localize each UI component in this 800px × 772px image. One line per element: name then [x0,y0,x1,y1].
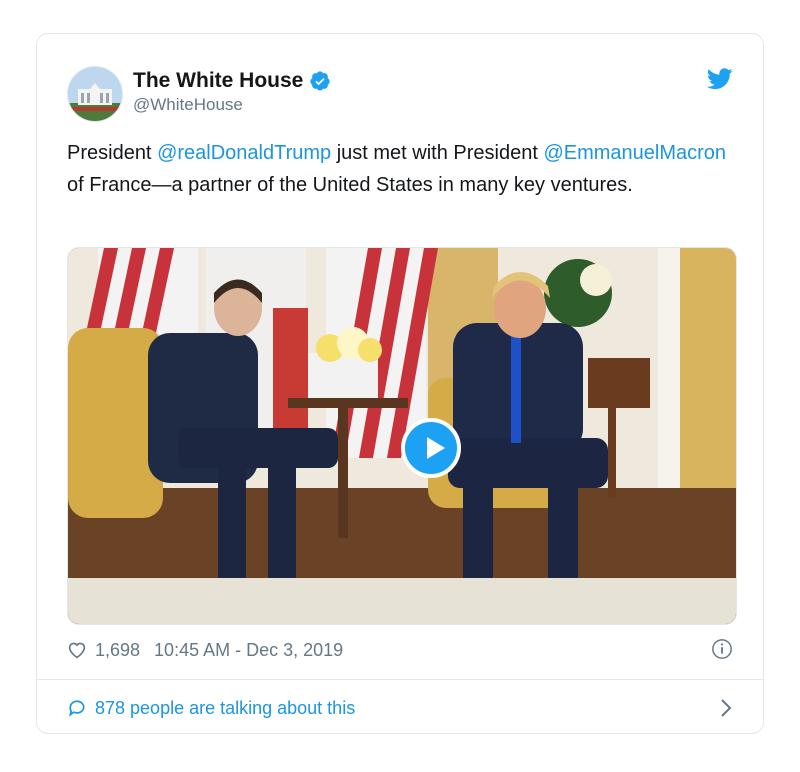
tweet-timestamp[interactable]: 10:45 AM - Dec 3, 2019 [154,640,343,661]
account-name[interactable]: The White House [133,69,303,93]
mention-link-trump[interactable]: @realDonaldTrump [157,142,331,164]
verified-badge-icon [310,71,330,91]
tweet-meta-row: 1,698 10:45 AM - Dec 3, 2019 [67,638,733,662]
tweet-text-part: of France—a partner of the United States… [67,174,633,196]
divider [37,679,763,680]
speech-bubble-icon [68,700,85,717]
tweet-text-part: President [67,142,158,164]
chevron-right-icon[interactable] [719,697,733,719]
play-icon[interactable] [401,418,461,478]
tweet-card: The White House @WhiteHouse President @r… [36,33,764,734]
heart-icon[interactable] [67,641,87,659]
account-handle[interactable]: @WhiteHouse [133,95,243,115]
tweet-text-part: just met with President [331,142,544,164]
conversation-link[interactable]: 878 people are talking about this [67,694,733,722]
video-thumbnail[interactable] [67,247,737,625]
mention-link-macron[interactable]: @EmmanuelMacron [543,142,726,164]
white-house-avatar-image [68,67,122,121]
meeting-photo [68,248,736,624]
info-icon[interactable] [711,638,733,660]
avatar[interactable] [67,66,123,122]
tweet-text: President @realDonaldTrump just met with… [67,137,747,201]
account-name-row[interactable]: The White House [133,69,331,93]
like-count[interactable]: 1,698 [95,640,140,661]
conversation-label[interactable]: 878 people are talking about this [95,698,355,719]
twitter-bird-icon[interactable] [707,68,733,90]
